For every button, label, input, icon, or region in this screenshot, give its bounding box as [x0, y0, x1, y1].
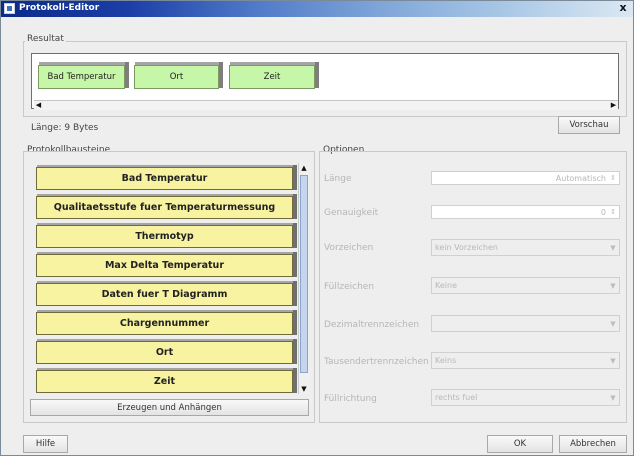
scroll-left-icon[interactable]: ◀ — [34, 101, 43, 110]
option-label: Füllrichtung — [324, 394, 377, 404]
app-icon — [4, 3, 15, 14]
option-value: kein Vorzeichen — [435, 243, 498, 252]
fuellrichtung-select[interactable]: rechts fuel ▼ — [431, 389, 620, 406]
option-value: Keins — [435, 356, 457, 365]
laenge-spinner[interactable]: Automatisch ⇕ — [431, 171, 620, 185]
tausendertrennzeichen-select[interactable]: Keins ▼ — [431, 352, 620, 369]
title-bar[interactable]: Protokoll-Editor x — [1, 1, 633, 17]
option-value: Keine — [435, 281, 457, 290]
scroll-up-icon[interactable]: ▲ — [299, 163, 309, 173]
vorschau-button[interactable]: Vorschau — [558, 116, 620, 134]
option-label: Länge — [324, 174, 352, 184]
option-label: Tausendertrennzeichen — [324, 357, 429, 367]
result-chip[interactable]: Zeit — [229, 62, 319, 89]
vorzeichen-select[interactable]: kein Vorzeichen ▼ — [431, 239, 620, 256]
list-item[interactable]: Daten fuer T Diagramm — [36, 281, 297, 306]
spinner-icon[interactable]: ⇕ — [608, 173, 618, 183]
genauigkeit-spinner[interactable]: 0 ⇕ — [431, 205, 620, 219]
hilfe-button[interactable]: Hilfe — [23, 435, 68, 453]
option-label: Vorzeichen — [324, 243, 374, 253]
resultat-label: Resultat — [25, 34, 66, 44]
result-chip[interactable]: Bad Temperatur — [38, 62, 129, 89]
list-item[interactable]: Bad Temperatur — [36, 165, 297, 190]
window-title: Protokoll-Editor — [19, 3, 100, 13]
scroll-right-icon[interactable]: ▶ — [609, 101, 618, 110]
list-item[interactable]: Zeit — [36, 368, 297, 393]
result-chip[interactable]: Ort — [134, 62, 223, 89]
list-item[interactable]: Ort — [36, 339, 297, 364]
ok-button[interactable]: OK — [487, 435, 553, 453]
abbrechen-button[interactable]: Abbrechen — [559, 435, 627, 453]
option-value: rechts fuel — [435, 393, 478, 402]
option-value: Automatisch — [555, 174, 606, 183]
bausteine-vertical-scrollbar[interactable]: ▲ ▼ — [298, 163, 309, 394]
option-label: Füllzeichen — [324, 282, 375, 292]
scroll-thumb[interactable] — [300, 175, 308, 373]
chevron-down-icon[interactable]: ▼ — [608, 281, 618, 291]
dezimaltrennzeichen-select[interactable]: ▼ — [431, 315, 620, 332]
chevron-down-icon[interactable]: ▼ — [608, 356, 618, 366]
chevron-down-icon[interactable]: ▼ — [608, 393, 618, 403]
erzeugen-button[interactable]: Erzeugen und Anhängen — [30, 399, 309, 416]
option-label: Dezimaltrennzeichen — [324, 320, 420, 330]
close-icon[interactable]: x — [617, 2, 629, 14]
chevron-down-icon[interactable]: ▼ — [608, 319, 618, 329]
result-horizontal-scrollbar[interactable]: ◀ ▶ — [34, 100, 618, 110]
chevron-down-icon[interactable]: ▼ — [608, 243, 618, 253]
length-label: Länge: 9 Bytes — [31, 123, 99, 133]
list-item[interactable]: Chargennummer — [36, 310, 297, 335]
fuellzeichen-select[interactable]: Keine ▼ — [431, 277, 620, 294]
list-item[interactable]: Max Delta Temperatur — [36, 252, 297, 277]
protokoll-editor-window: Protokoll-Editor x Resultat Bad Temperat… — [0, 0, 634, 456]
spinner-icon[interactable]: ⇕ — [608, 207, 618, 217]
option-value: 0 — [600, 208, 606, 217]
list-item[interactable]: Thermotyp — [36, 223, 297, 248]
option-label: Genauigkeit — [324, 208, 379, 218]
scroll-down-icon[interactable]: ▼ — [299, 384, 309, 394]
result-area: Bad Temperatur Ort Zeit ◀ ▶ — [31, 53, 619, 110]
list-item[interactable]: Qualitaetsstufe fuer Temperaturmessung — [36, 194, 297, 219]
